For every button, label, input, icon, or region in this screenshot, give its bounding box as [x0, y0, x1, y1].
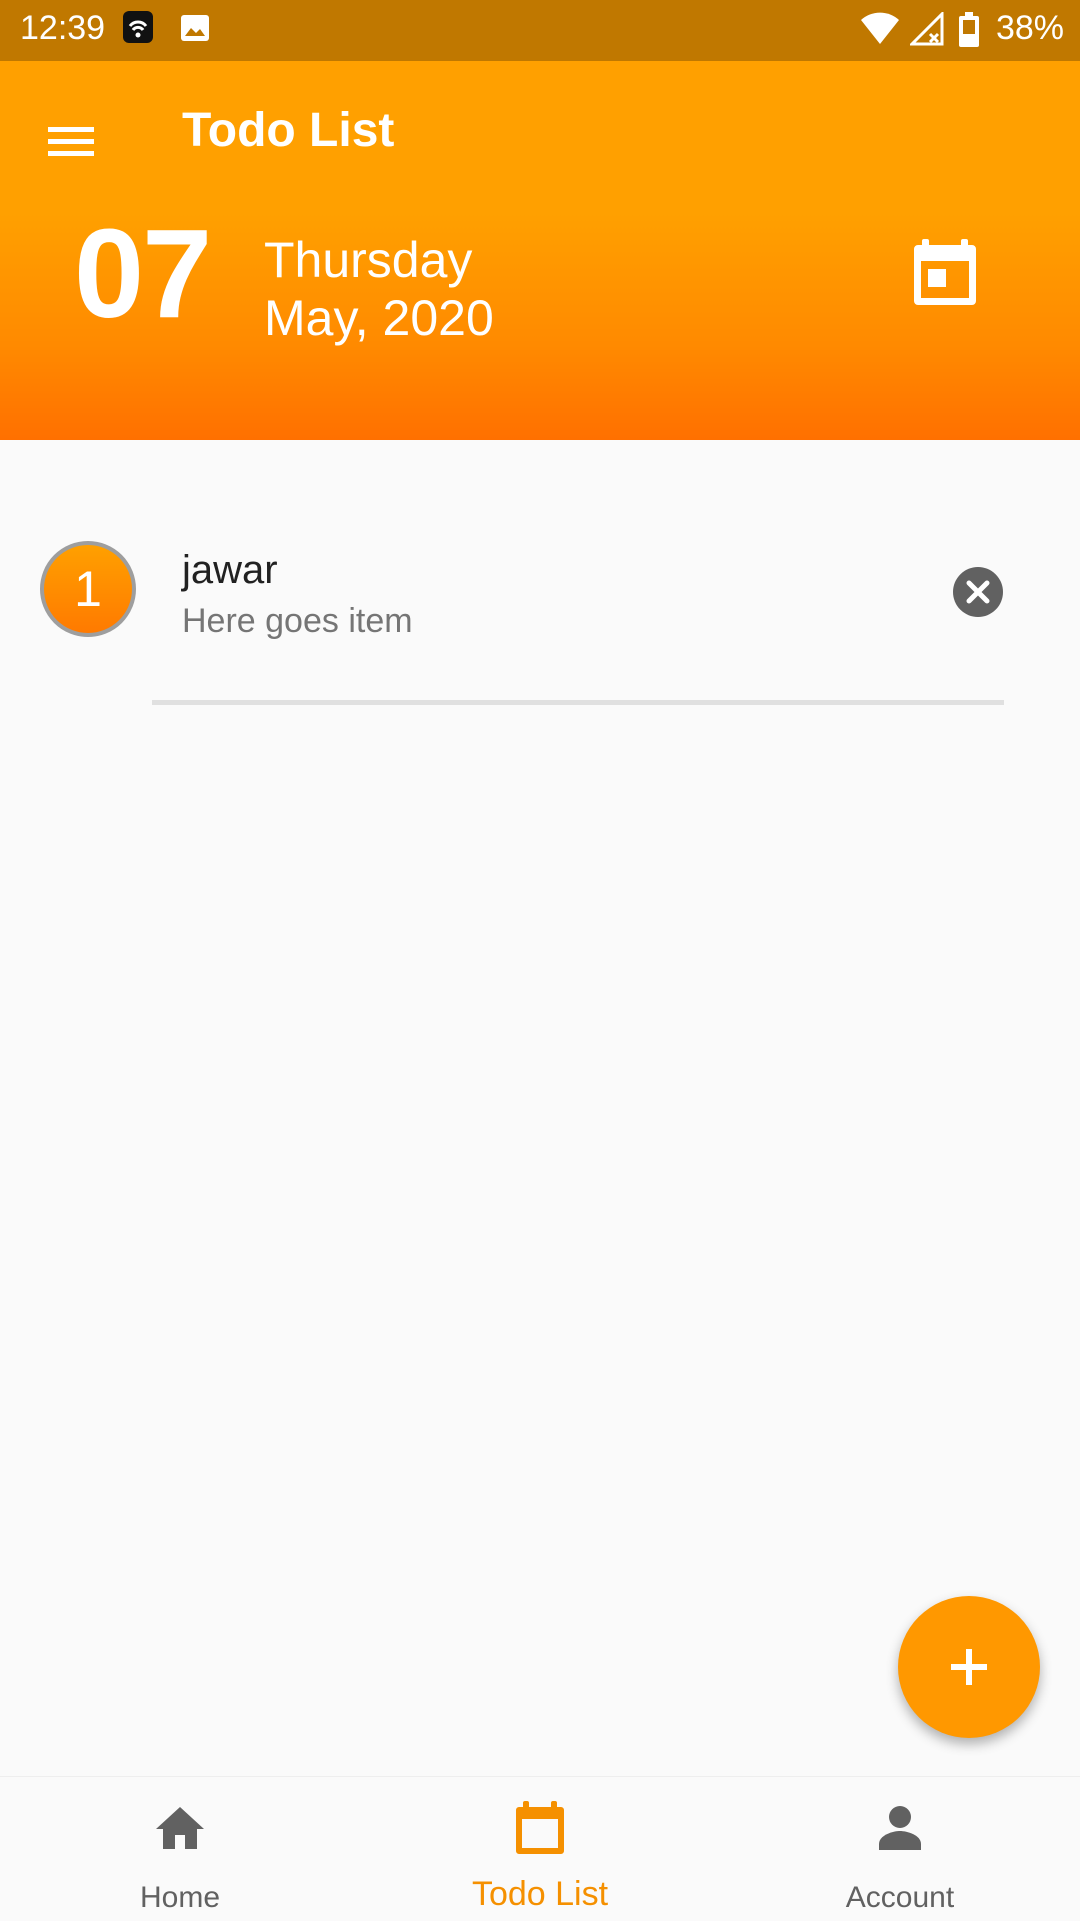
- day-number: 07: [74, 203, 212, 344]
- home-icon: [154, 1805, 206, 1856]
- signal-icon: [908, 10, 944, 51]
- nav-label-account: Account: [845, 1881, 955, 1914]
- status-time: 12:39: [20, 9, 106, 47]
- wifi-hotspot-icon: [122, 10, 154, 49]
- nav-item-account[interactable]: Account: [720, 1777, 1080, 1921]
- status-bar: 12:39 38%: [0, 0, 1080, 61]
- nav-label-home: Home: [139, 1881, 221, 1914]
- month-year-label: May, 2020: [264, 290, 494, 346]
- item-index-badge: 1: [40, 541, 136, 637]
- menu-icon[interactable]: [40, 113, 102, 169]
- battery-percentage: 38%: [995, 9, 1064, 47]
- battery-icon: [958, 12, 980, 53]
- weekday-label: Thursday: [264, 232, 473, 288]
- calendar-icon: [514, 1799, 566, 1860]
- person-icon: [878, 1805, 922, 1856]
- item-subtitle: Here goes item: [182, 602, 413, 640]
- wifi-icon: [860, 12, 900, 51]
- divider: [152, 700, 1004, 705]
- header: Todo List 07 Thursday May, 2020: [0, 61, 1080, 440]
- image-icon: [180, 14, 210, 47]
- calendar-icon[interactable]: [910, 231, 990, 311]
- nav-label-todo-list: Todo List: [471, 1875, 609, 1913]
- nav-item-todo-list[interactable]: Todo List: [360, 1777, 720, 1921]
- item-title: jawar: [182, 548, 278, 592]
- add-button[interactable]: [898, 1596, 1040, 1738]
- add-icon: [951, 1649, 987, 1685]
- bottom-navigation: Home Todo List Account: [0, 1776, 1080, 1921]
- close-icon[interactable]: [952, 566, 1004, 618]
- list-item[interactable]: 1 jawar Here goes item: [0, 520, 1080, 710]
- nav-item-home[interactable]: Home: [0, 1777, 360, 1921]
- page-title: Todo List: [182, 104, 395, 157]
